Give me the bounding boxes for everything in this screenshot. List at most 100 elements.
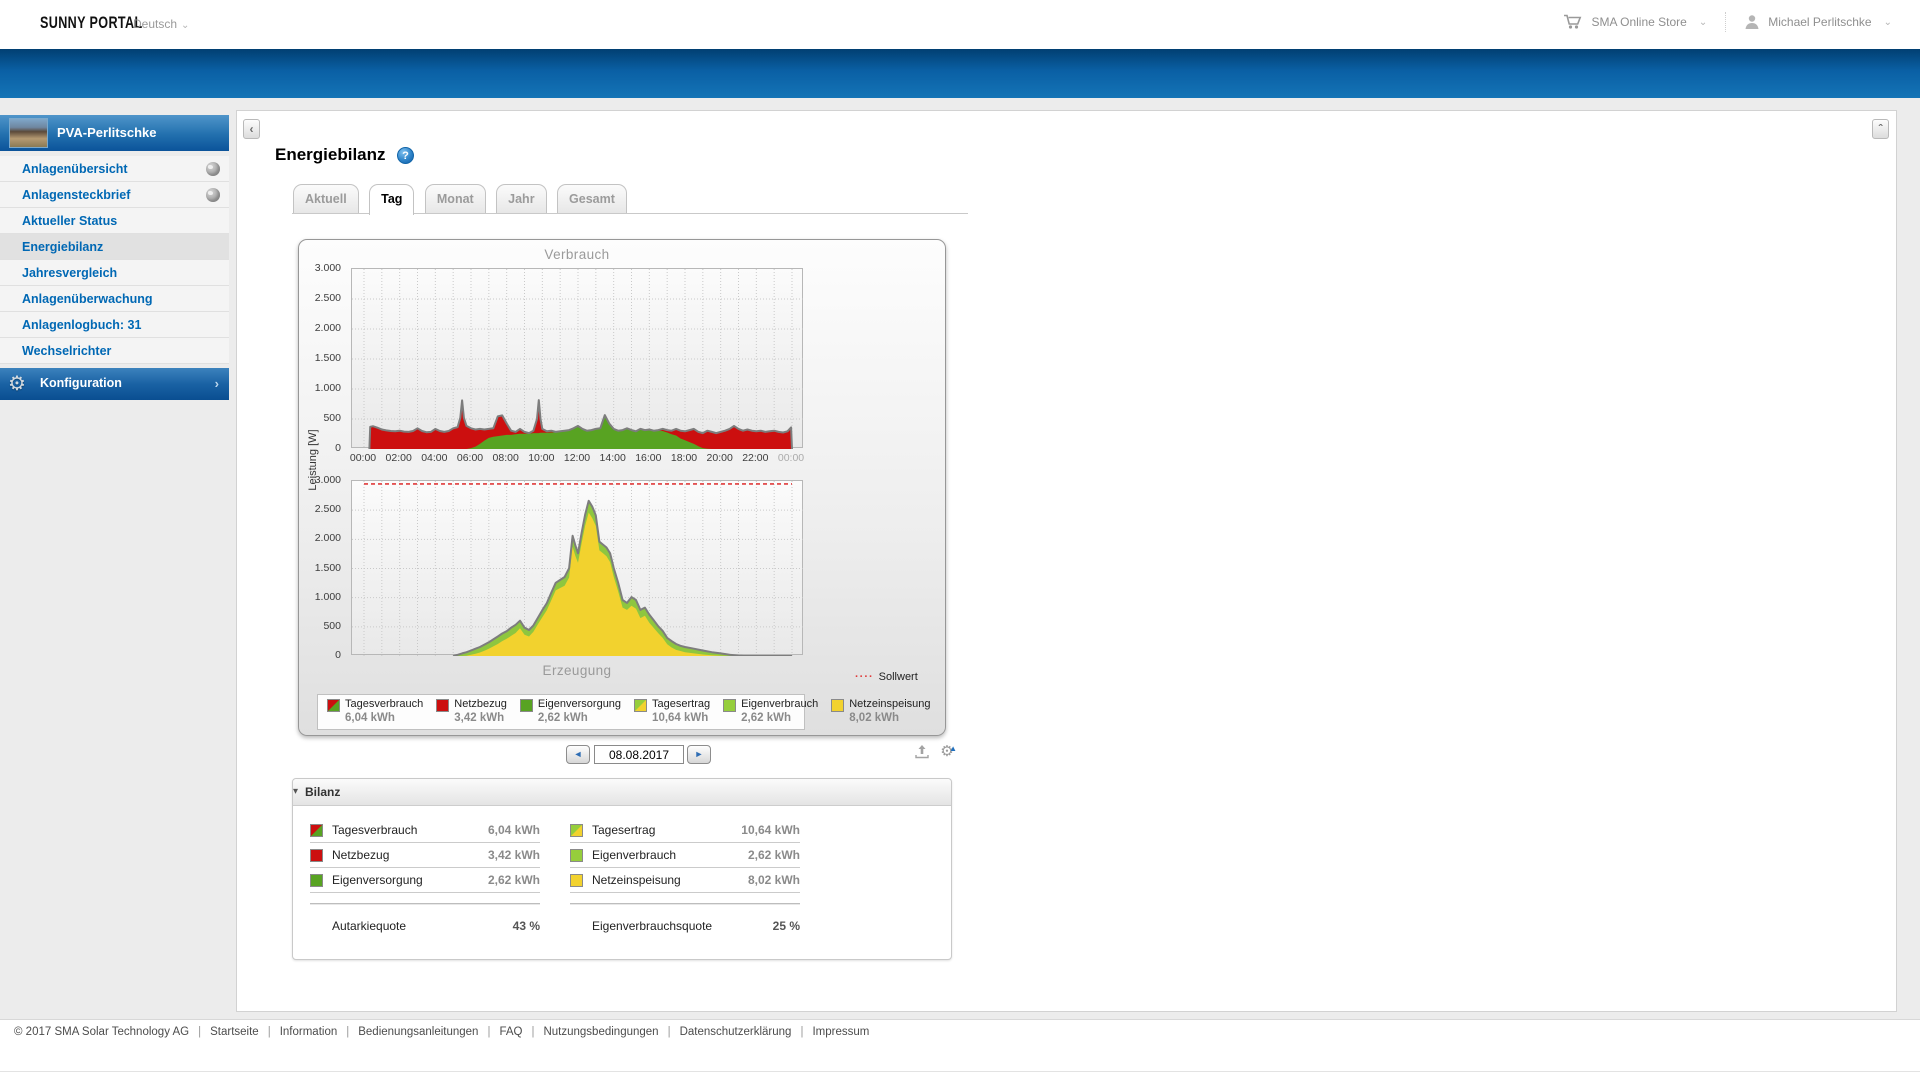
- quote-label: Eigenverbrauchsquote: [592, 919, 713, 933]
- tab-tag[interactable]: Tag: [369, 184, 415, 215]
- y-tick-label: 1.500: [314, 352, 341, 364]
- chevron-down-icon: ⌄: [1698, 16, 1708, 28]
- sidebar-item-label: Anlagenübersicht: [22, 162, 128, 176]
- divider: |: [267, 1026, 271, 1038]
- copyright: © 2017 SMA Solar Technology AG: [14, 1026, 190, 1038]
- legend-item-netzbezug: Netzbezug 3,42 kWh: [436, 699, 507, 725]
- tab-monat[interactable]: Monat: [424, 184, 486, 213]
- sidebar-item-wechselrichter[interactable]: Wechselrichter: [0, 338, 229, 364]
- bilanz-panel: ▾ Bilanz Tagesverbrauch 6,04 kWh Netzbez…: [292, 778, 952, 960]
- y-tick-label: 2.500: [314, 503, 341, 516]
- legend-label: Tagesverbrauch: [345, 698, 424, 711]
- language-label: Deutsch: [133, 17, 178, 31]
- help-icon[interactable]: ?: [397, 147, 414, 164]
- eigenverbrauch-chip-icon: [570, 848, 583, 862]
- tab-gesamt[interactable]: Gesamt: [557, 184, 627, 213]
- netzeinspeisung-chip-icon: [570, 873, 583, 887]
- tagesverbrauch-chip-icon: [327, 699, 340, 713]
- sidebar-item-anlagenlogbuch[interactable]: Anlagenlogbuch: 31: [0, 312, 229, 338]
- date-input[interactable]: [594, 745, 684, 764]
- footer-link-faq[interactable]: FAQ: [499, 1026, 522, 1038]
- scroll-top-button[interactable]: ˆ: [1872, 119, 1889, 139]
- autarkiequote-row: Autarkiequote 43 %: [310, 915, 540, 937]
- export-icon[interactable]: [913, 743, 931, 761]
- sidebar-item-label: Anlagensteckbrief: [22, 188, 131, 202]
- chevron-down-icon: ⌄: [1883, 16, 1892, 28]
- consumption-chart: [351, 268, 804, 449]
- time-axis: 00:00 02:00 04:00 06:00 08:00 10:00 12:00 14:00…: [350, 452, 804, 466]
- legend-value: 6,04 kWh: [345, 712, 395, 725]
- legend-value: 2,62 kWh: [741, 712, 791, 725]
- konfiguration-label: Konfiguration: [40, 376, 122, 390]
- table-row: Netzbezug 3,42 kWh: [310, 843, 540, 868]
- page: SUNNY PORTAL Deutsch ⌄ SMA Online Store ⌄: [0, 0, 1920, 1080]
- row-value: 2,62 kWh: [487, 873, 540, 887]
- eigenversorgung-chip-icon: [519, 699, 533, 713]
- legend-value: 3,42 kWh: [454, 712, 505, 725]
- table-row: Netzeinspeisung 8,02 kWh: [570, 868, 800, 893]
- store-link[interactable]: SMA Online Store: [1591, 15, 1686, 29]
- footer-link-nutzungsbedingungen[interactable]: Nutzungsbedingungen: [543, 1026, 658, 1038]
- sidebar-item-aktueller-status[interactable]: Aktueller Status: [0, 208, 229, 234]
- sidebar-item-anlagenuebersicht[interactable]: Anlagenübersicht: [0, 156, 229, 182]
- sidebar-item-label: Anlagenüberwachung: [22, 292, 153, 306]
- next-day-button[interactable]: ►: [687, 745, 711, 764]
- tab-bar: Aktuell Tag Monat Jahr Gesamt: [293, 184, 633, 215]
- sidebar-item-konfiguration[interactable]: ⚙ Konfiguration ›: [0, 368, 229, 400]
- legend-label: Tagesertrag: [652, 698, 711, 711]
- legend-item-eigenverbrauch: Eigenverbrauch 2,62 kWh: [723, 699, 818, 725]
- legend-item-tagesertrag: Tagesertrag 10,64 kWh: [634, 699, 710, 725]
- legend-value: 8,02 kWh: [849, 712, 900, 725]
- tab-jahr[interactable]: Jahr: [496, 184, 547, 213]
- consumption-chart-title: Verbrauch: [544, 247, 610, 262]
- tab-aktuell[interactable]: Aktuell: [293, 184, 359, 213]
- legend-label: Eigenversorgung: [537, 698, 622, 711]
- y-tick-label: 3.000: [314, 474, 341, 486]
- y-tick-label: 1.000: [314, 590, 341, 603]
- y-tick-label: 500: [323, 619, 341, 632]
- time-tick-label: 00:00: [777, 452, 805, 464]
- bilanz-header[interactable]: ▾ Bilanz: [293, 779, 951, 806]
- plant-header-tile[interactable]: PVA-Perlitschke: [0, 115, 229, 151]
- eigenverbrauch-chip-icon: [723, 699, 737, 713]
- row-value: 2,62 kWh: [747, 848, 800, 862]
- divider: |: [531, 1026, 535, 1038]
- sollwert-dashes-icon: ····: [855, 671, 874, 683]
- chart-tools: ⚙ ▲: [913, 743, 957, 761]
- settings-icon[interactable]: ⚙ ▲: [938, 743, 957, 761]
- footer-link-bedienungsanleitungen[interactable]: Bedienungsanleitungen: [358, 1026, 478, 1038]
- sidebar-item-label: Jahresvergleich: [22, 266, 118, 280]
- sidebar-item-anlagenueberwachung[interactable]: Anlagenüberwachung: [0, 286, 229, 312]
- consumption-y-axis: 3.000 2.500 2.000 1.500 1.000 500 0: [299, 262, 345, 454]
- bilanz-right-column: Tagesertrag 10,64 kWh Eigenverbrauch 2,6…: [570, 818, 800, 893]
- chart-panel: Verbrauch Leistung [W] 3.000 2.500 2.000 1.…: [298, 239, 946, 736]
- netzeinspeisung-chip-icon: [831, 699, 845, 713]
- table-row: Tagesverbrauch 6,04 kWh: [310, 818, 540, 843]
- legend-item-netzeinspeisung: Netzeinspeisung 8,02 kWh: [831, 699, 931, 725]
- footer-link-datenschutzerklaerung[interactable]: Datenschutzerklärung: [680, 1026, 792, 1038]
- content-card: ‹ ˆ Energiebilanz ? Aktuell Tag Monat Ja…: [236, 110, 1897, 1012]
- user-icon: [1744, 14, 1760, 30]
- sidebar-item-label: Wechselrichter: [22, 344, 112, 358]
- netzbezug-chip-icon: [436, 699, 450, 713]
- gear-icon: ⚙: [8, 373, 26, 395]
- collapse-sidebar-button[interactable]: ‹: [243, 119, 260, 139]
- sidebar-item-energiebilanz[interactable]: Energiebilanz: [0, 234, 229, 260]
- page-title: Energiebilanz: [275, 145, 386, 164]
- footer-link-impressum[interactable]: Impressum: [812, 1026, 869, 1038]
- sidebar-item-anlagensteckbrief[interactable]: Anlagensteckbrief: [0, 182, 229, 208]
- footer-link-startseite[interactable]: Startseite: [210, 1026, 259, 1038]
- sidebar-item-label: Anlagenlogbuch: 31: [22, 318, 142, 332]
- language-selector[interactable]: Deutsch ⌄: [133, 17, 189, 31]
- footer-link-information[interactable]: Information: [280, 1026, 338, 1038]
- y-tick-label: 0: [335, 649, 341, 661]
- y-tick-label: 2.500: [314, 292, 341, 304]
- y-tick-label: 2.000: [314, 532, 341, 545]
- previous-day-button[interactable]: ◄: [566, 745, 590, 764]
- row-value: 8,02 kWh: [747, 873, 800, 887]
- sidebar-item-label: Energiebilanz: [22, 240, 104, 254]
- sidebar-item-jahresvergleich[interactable]: Jahresvergleich: [0, 260, 229, 286]
- chart-legend: Tagesverbrauch 6,04 kWh Netzbezug 3,42 k…: [317, 694, 931, 730]
- legend-label: Eigenverbrauch: [741, 698, 819, 711]
- user-menu[interactable]: Michael Perlitschke: [1768, 15, 1871, 29]
